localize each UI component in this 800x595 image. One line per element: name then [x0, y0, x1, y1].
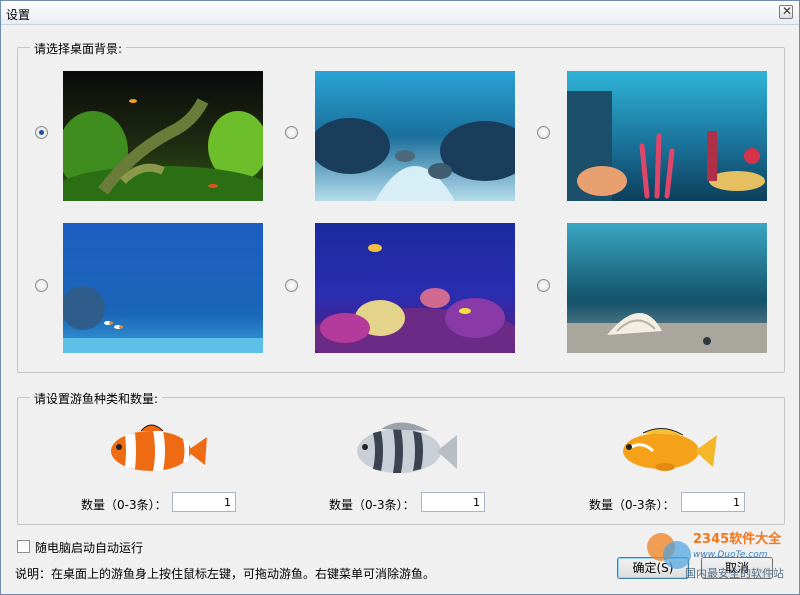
background-radio-5[interactable]	[285, 279, 298, 292]
clownfish-qty-input[interactable]	[172, 492, 236, 512]
background-thumb-reef-sand[interactable]	[315, 71, 515, 201]
striped-fish-icon	[351, 415, 459, 485]
autostart-checkbox[interactable]	[17, 540, 30, 553]
watermark-logo: 2345软件大全 www.DuoTe.com 国内最安全的软件站	[637, 525, 797, 585]
background-thumb-tank[interactable]	[63, 71, 263, 201]
settings-window: 设置 ✕ 请选择桌面背景: 请设置游鱼种类和数量: 数量（0-3条）： 1 数量…	[0, 0, 800, 595]
watermark-url: www.DuoTe.com	[693, 550, 768, 560]
striped-fish-qty-label: 数量（0-3条）：	[329, 498, 415, 512]
fish-group-label: 请设置游鱼种类和数量:	[30, 390, 163, 407]
clownfish-icon	[101, 419, 209, 479]
background-thumb-shell-seabed[interactable]	[567, 223, 767, 353]
window-title: 设置	[6, 8, 31, 22]
background-thumb-coral-garden[interactable]	[567, 71, 767, 201]
clownfish-qty-label: 数量（0-3条）：	[81, 498, 167, 512]
background-radio-6[interactable]	[537, 279, 550, 292]
background-radio-4[interactable]	[35, 279, 48, 292]
orange-fish-qty-input[interactable]	[681, 492, 745, 512]
watermark-brand: 2345软件大全	[693, 531, 782, 547]
hint-text: 说明：在桌面上的游鱼身上按住鼠标左键，可拖动游鱼。右键菜单可消除游鱼。	[15, 567, 436, 581]
close-button[interactable]: ✕	[779, 4, 793, 19]
background-radio-3[interactable]	[537, 126, 550, 139]
background-group-label: 请选择桌面背景:	[30, 40, 127, 57]
watermark-sub: 国内最安全的软件站	[685, 566, 784, 580]
background-thumb-purple-reef[interactable]	[315, 223, 515, 353]
orange-fish-qty-label: 数量（0-3条）：	[589, 498, 675, 512]
orange-fish-icon	[613, 421, 721, 477]
title-bar: 设置 ✕	[1, 1, 799, 25]
close-icon: ✕	[782, 4, 793, 18]
striped-fish-qty-input[interactable]	[421, 492, 485, 512]
background-radio-1[interactable]	[35, 126, 48, 139]
autostart-label[interactable]: 随电脑启动自动运行	[35, 539, 143, 556]
background-thumb-deep-blue[interactable]	[63, 223, 263, 353]
background-radio-2[interactable]	[285, 126, 298, 139]
